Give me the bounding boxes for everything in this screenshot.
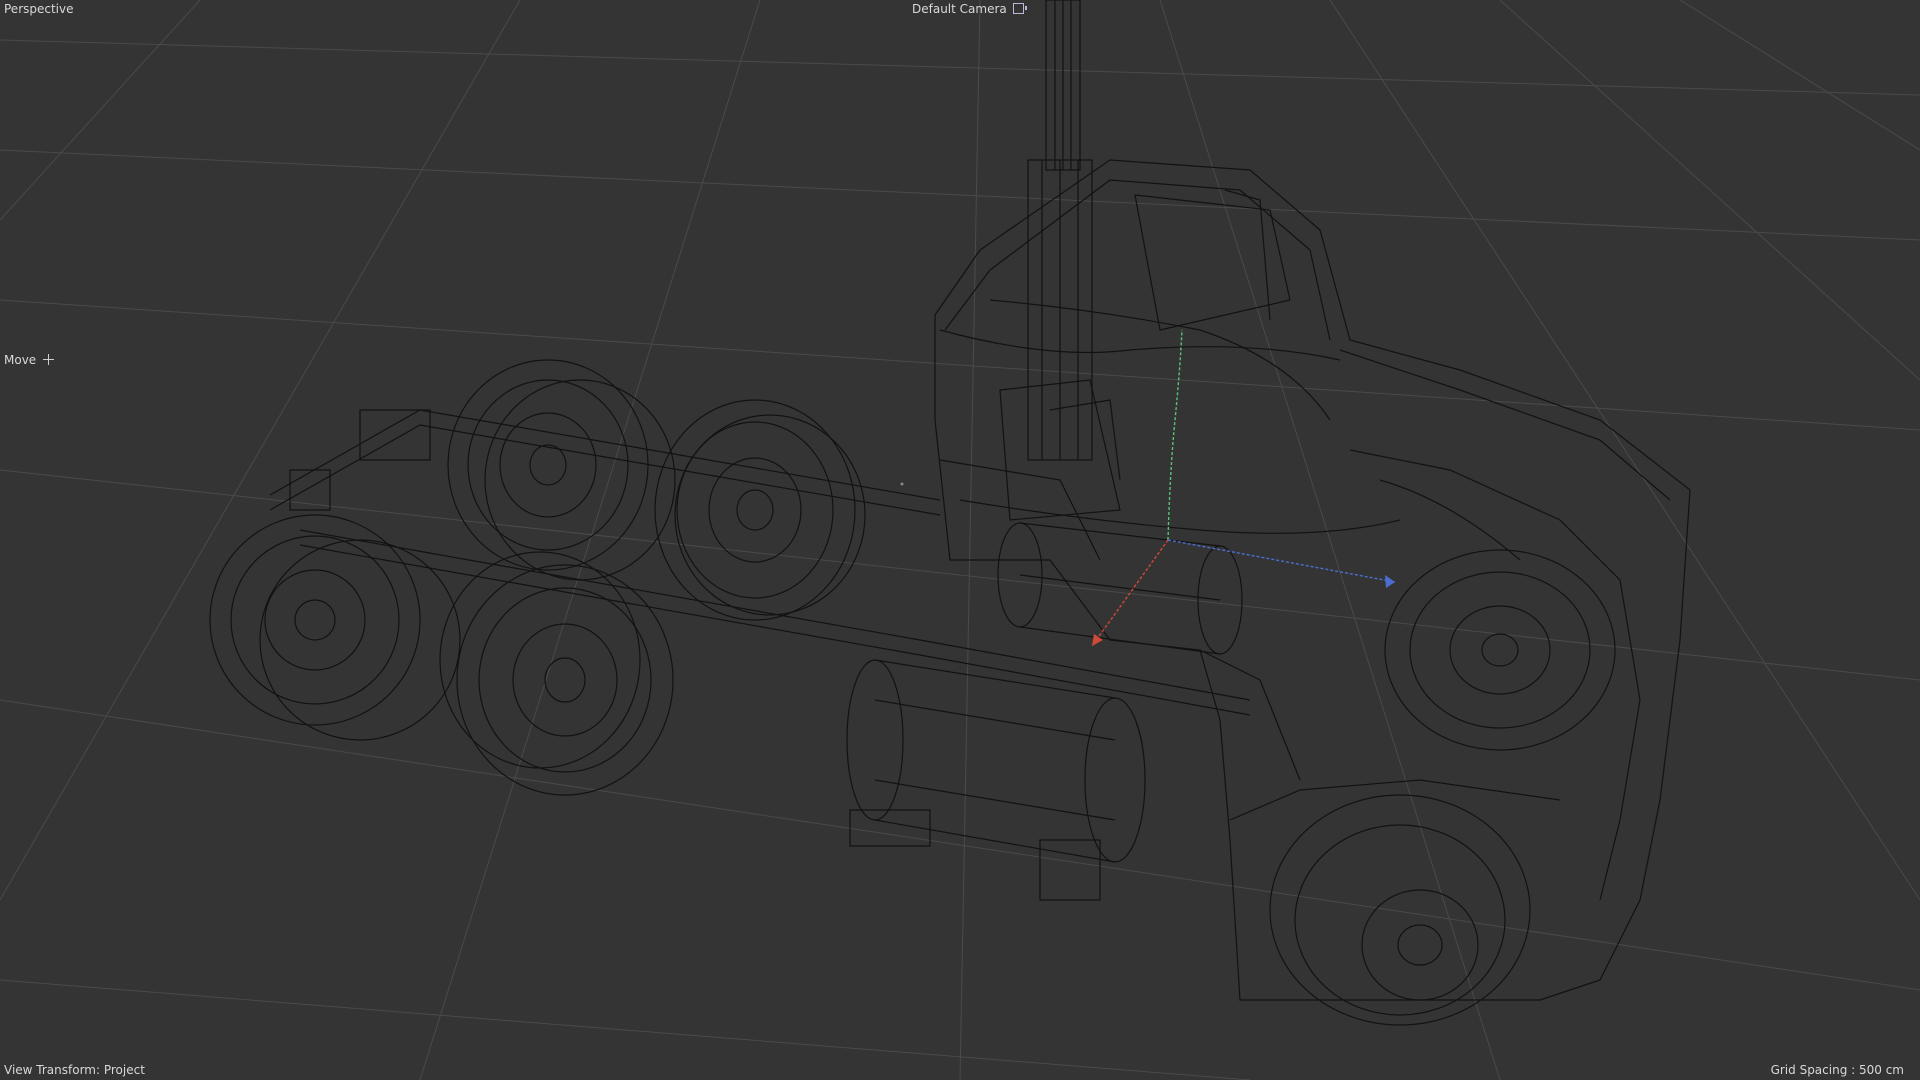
front-wheel-right[interactable] <box>1384 549 1616 751</box>
truck-wireframe-model[interactable] <box>209 0 1691 1026</box>
3d-viewport[interactable]: Perspective Default Camera Move View Tra… <box>0 0 1920 1080</box>
front-wheel-left[interactable] <box>1269 794 1531 1026</box>
camera-selector[interactable]: Default Camera <box>912 2 1027 16</box>
fuel-tank-rear[interactable] <box>997 522 1243 655</box>
chassis-frame[interactable] <box>269 409 1251 716</box>
camera-icon <box>1012 3 1027 14</box>
gizmo-axis-y[interactable] <box>1167 329 1183 541</box>
gizmo-axis-x[interactable] <box>1091 539 1169 647</box>
grid-spacing-status: Grid Spacing : 500 cm <box>1770 1063 1904 1077</box>
view-transform-status: View Transform: Project <box>4 1063 145 1077</box>
fuel-tank-front[interactable] <box>846 659 1146 901</box>
rear-wheel-2[interactable] <box>654 399 866 621</box>
gizmo-axis-z[interactable] <box>1167 539 1396 583</box>
camera-name: Default Camera <box>912 2 1007 16</box>
viewport-scene[interactable] <box>0 0 1920 1080</box>
rear-wheel-1[interactable] <box>447 359 676 581</box>
rear-wheel-4[interactable] <box>439 551 674 796</box>
move-icon <box>43 354 55 365</box>
rear-wheel-3[interactable] <box>209 514 461 741</box>
exhaust-stack[interactable] <box>1027 0 1093 461</box>
active-tool-indicator[interactable]: Move <box>4 353 55 367</box>
view-name-label[interactable]: Perspective <box>4 2 74 16</box>
active-tool-name: Move <box>4 353 37 367</box>
truck-cab[interactable] <box>934 159 1691 1001</box>
